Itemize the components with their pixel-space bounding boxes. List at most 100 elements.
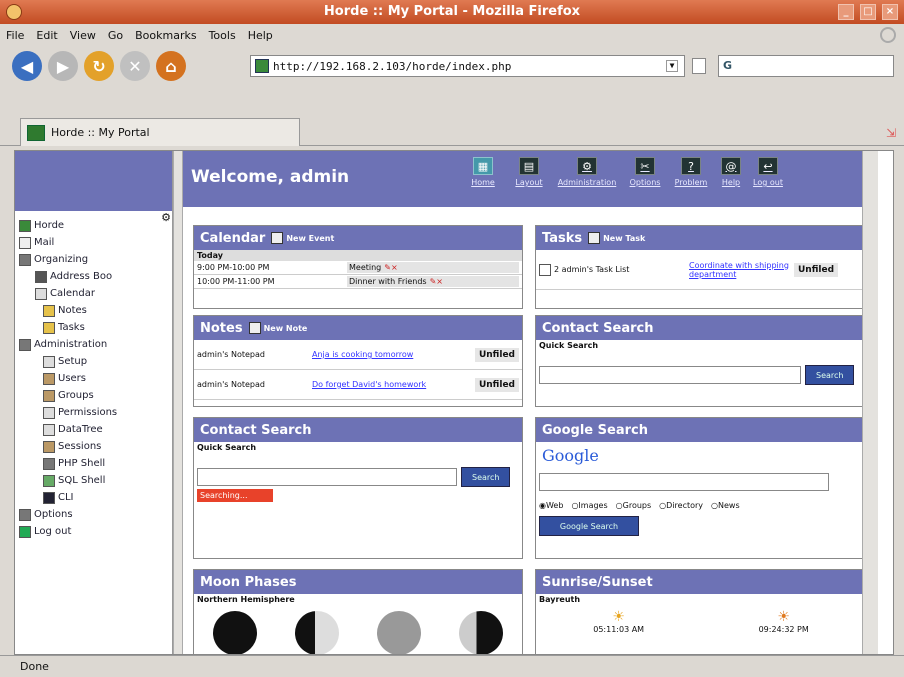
moon-last-quarter-icon — [459, 611, 503, 654]
contact-search-title-2: Contact Search — [194, 418, 522, 442]
sidebar-item-options[interactable]: Options — [19, 506, 169, 523]
sidebar-item-permissions[interactable]: Permissions — [19, 404, 169, 421]
sidebar-item-setup[interactable]: Setup — [19, 353, 169, 370]
sidebar-item-horde[interactable]: Horde — [19, 217, 169, 234]
menu-go[interactable]: Go — [108, 29, 123, 42]
sidebar-item-tasks[interactable]: Tasks — [19, 319, 169, 336]
tab-portal[interactable]: Horde :: My Portal — [20, 118, 300, 146]
event-row[interactable]: 10:00 PM-11:00 PM Dinner with Friends ✎× — [194, 275, 522, 289]
note-row[interactable]: admin's Notepad Do forget David's homewor… — [194, 370, 522, 400]
task-row[interactable]: 2 admin's Task List Coordinate with ship… — [536, 250, 866, 290]
sun-location: Bayreuth — [536, 594, 866, 605]
go-icon[interactable] — [692, 58, 706, 74]
sidebar-item-notes[interactable]: Notes — [19, 302, 169, 319]
contact-search-input-2[interactable] — [197, 468, 457, 486]
menu-edit[interactable]: Edit — [36, 29, 57, 42]
php-shell-icon — [43, 457, 55, 470]
toolbar-logout[interactable]: ↩ Log out — [751, 157, 785, 187]
edit-delete-icon[interactable]: ✎× — [430, 277, 443, 286]
sidebar-item-organizing[interactable]: Organizing — [19, 251, 169, 268]
sunset-icon: ☀ — [777, 609, 790, 625]
stop-icon[interactable]: ✕ — [120, 51, 150, 81]
groups-icon — [43, 389, 55, 402]
task-icon — [539, 263, 551, 276]
maximize-icon[interactable]: □ — [860, 4, 876, 20]
sidebar-item-groups[interactable]: Groups — [19, 387, 169, 404]
sidebar-item-address-book[interactable]: Address Boo — [19, 268, 169, 285]
notes-icon — [43, 304, 55, 317]
sidebar-item-php-shell[interactable]: PHP Shell — [19, 455, 169, 472]
dropdown-icon[interactable]: ▼ — [666, 60, 678, 72]
sidebar-item-cli[interactable]: CLI — [19, 489, 169, 506]
sidebar-item-calendar[interactable]: Calendar — [19, 285, 169, 302]
option-web[interactable]: ◉Web — [539, 501, 563, 510]
back-icon[interactable]: ◀ — [12, 51, 42, 81]
help-icon: @ — [721, 157, 741, 175]
contact-search-form-2: Search — [194, 453, 522, 487]
moon-full-icon — [377, 611, 421, 654]
menu-bookmarks[interactable]: Bookmarks — [135, 29, 196, 42]
contact-search-button-2[interactable]: Search — [461, 467, 511, 487]
forward-icon[interactable]: ▶ — [48, 51, 78, 81]
sidebar-item-logout[interactable]: Log out — [19, 523, 169, 540]
contact-search-input[interactable] — [539, 366, 801, 384]
option-groups[interactable]: ○Groups — [616, 501, 652, 510]
close-icon[interactable]: × — [882, 4, 898, 20]
reload-icon[interactable]: ↻ — [84, 51, 114, 81]
permissions-icon — [43, 406, 55, 419]
edit-delete-icon[interactable]: ✎× — [384, 263, 397, 272]
toolbar-layout[interactable]: ▤ Layout — [509, 157, 549, 187]
sun-times: ☀ 05:11:03 AM ☀ 09:24:32 PM — [593, 609, 809, 634]
search-box[interactable]: G — [718, 55, 894, 77]
option-directory[interactable]: ○Directory — [659, 501, 703, 510]
notes-block: Notes New Note admin's Notepad Anja is coo… — [193, 315, 523, 407]
organizing-icon — [19, 253, 31, 266]
title-bar: Horde :: My Portal - Mozilla Firefox _ □… — [0, 0, 904, 24]
option-news[interactable]: ○News — [711, 501, 740, 510]
sidebar-item-sessions[interactable]: Sessions — [19, 438, 169, 455]
menu-help[interactable]: Help — [248, 29, 273, 42]
sidebar-item-administration[interactable]: Administration — [19, 336, 169, 353]
contact-search-block-2: Contact Search Quick Search Search Searc… — [193, 417, 523, 559]
toolbar-help[interactable]: @ Help — [717, 157, 745, 187]
google-search-title: Google Search — [536, 418, 866, 442]
close-tab-icon[interactable]: ⇲ — [886, 126, 896, 140]
throbber-icon — [880, 27, 896, 43]
toolbar-home[interactable]: ▦ Home — [463, 157, 503, 187]
main-scrollbar[interactable] — [862, 151, 878, 654]
toolbar-administration[interactable]: ⚙ Administration — [555, 157, 619, 187]
menu-tools[interactable]: Tools — [209, 29, 236, 42]
note-row[interactable]: admin's Notepad Anja is cooking tomorrow U… — [194, 340, 522, 370]
toolbar-problem[interactable]: ? Problem — [671, 157, 711, 187]
page-title: Welcome, admin — [191, 167, 350, 187]
menu-view[interactable]: View — [70, 29, 96, 42]
menu-file[interactable]: File — [6, 29, 24, 42]
sidebar-item-datatree[interactable]: DataTree — [19, 421, 169, 438]
event-row[interactable]: 9:00 PM-10:00 PM Meeting ✎× — [194, 261, 522, 275]
google-search-input[interactable] — [539, 473, 829, 491]
sidebar-scrollbar[interactable] — [173, 151, 183, 654]
users-icon — [43, 372, 55, 385]
gear-icon[interactable]: ⚙ — [161, 211, 171, 224]
sidebar-item-sql-shell[interactable]: SQL Shell — [19, 472, 169, 489]
sidebar-item-mail[interactable]: Mail — [19, 234, 169, 251]
new-event-link[interactable]: New Event — [271, 232, 334, 244]
sidebar-item-users[interactable]: Users — [19, 370, 169, 387]
sidebar-tree: ⚙ Horde Mail Organizing Address Boo Cale… — [19, 211, 171, 540]
minimize-icon[interactable]: _ — [838, 4, 854, 20]
tasks-title: Tasks — [542, 230, 583, 246]
searching-indicator: Searching... — [197, 489, 273, 502]
moon-images — [194, 605, 522, 654]
google-search-button[interactable]: Google Search — [539, 516, 639, 536]
new-note-link[interactable]: New Note — [248, 322, 307, 334]
url-bar[interactable]: http://192.168.2.103/horde/index.php ▼ — [250, 55, 685, 77]
sidebar: ⚙ Horde Mail Organizing Address Boo Cale… — [15, 151, 173, 654]
new-task-link[interactable]: New Task — [588, 232, 645, 244]
site-icon — [255, 59, 269, 73]
option-images[interactable]: ○Images — [571, 501, 607, 510]
contact-search-button[interactable]: Search — [805, 365, 855, 385]
new-note-icon — [248, 322, 261, 334]
home-icon[interactable]: ⌂ — [156, 51, 186, 81]
contact-search-form: Search — [536, 351, 866, 385]
toolbar-options[interactable]: ✂ Options — [625, 157, 665, 187]
